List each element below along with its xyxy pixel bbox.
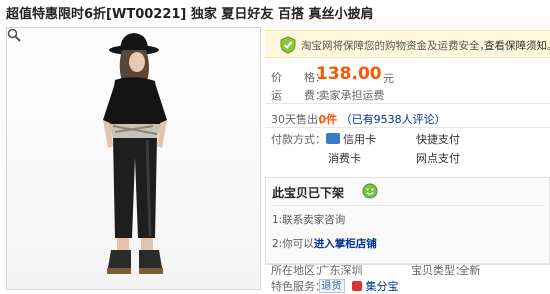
price-label-text: 价 格：: [271, 71, 326, 84]
offline-heading: 此宝贝已下架: [272, 186, 345, 200]
sales-label: 30天售出：: [271, 113, 329, 126]
shipping-row: 运 费： 卖家承担运费: [271, 87, 385, 103]
location-value: 广东深圳: [318, 264, 363, 277]
model-photo: [103, 33, 167, 274]
divider: [265, 103, 550, 104]
sales-row: 30天售出： 0件 （已有9538人评论）: [271, 111, 446, 127]
payment-consumer-card: 消费卡: [328, 152, 361, 165]
location-row: 所在地区： 广东深圳: [271, 262, 363, 278]
shield-icon: [280, 36, 296, 54]
return-service-badge[interactable]: 退货: [318, 279, 345, 293]
enter-shop-link[interactable]: 进入掌柜店铺: [314, 238, 377, 250]
credit-card-icon: [326, 133, 340, 144]
magnifier-icon[interactable]: [7, 28, 21, 42]
sales-count: 0件: [318, 113, 338, 126]
contact-seller-option[interactable]: 1:联系卖家咨询: [272, 212, 345, 227]
item-type-row: 宝贝类型： 全新: [411, 262, 481, 278]
services-label: 特色服务：: [271, 280, 326, 293]
payment-methods: 信用卡 快捷支付 消费卡 网点支付: [316, 131, 541, 171]
payment-credit-card: 信用卡: [326, 131, 376, 147]
payment-quick-pay: 快捷支付: [416, 133, 460, 146]
protection-notice-link[interactable]: 查看保障须知。: [484, 38, 550, 53]
location-label: 所在地区：: [271, 264, 326, 277]
smile-icon: [362, 183, 378, 199]
offline-divider: [272, 205, 543, 206]
product-title: 超值特惠限时6折[WT00221] 独家 夏日好友 百搭 真丝小披肩: [6, 7, 374, 22]
services-row: 特色服务： 退货 集分宝: [271, 278, 399, 294]
price-value: 138.00: [316, 64, 382, 84]
protection-text: 淘宝网将保障您的购物资金及运费安全，: [301, 40, 490, 52]
item-type-value: 全新: [458, 264, 481, 277]
enter-shop-option: 2:你可以进入掌柜店铺: [272, 238, 377, 250]
item-type-label: 宝贝类型：: [411, 264, 466, 277]
item-offline-box: 此宝贝已下架 1:联系卖家咨询 2:你可以进入掌柜店铺: [265, 177, 550, 265]
payment-label: 付款方式：: [271, 131, 326, 147]
reviews-link[interactable]: （已有9538人评论）: [341, 113, 446, 126]
shipping-label: 运 费：: [271, 89, 326, 102]
payment-label-text: 付款方式：: [271, 133, 326, 146]
product-image[interactable]: [6, 27, 261, 290]
price-label: 价 格：: [271, 69, 326, 85]
shipping-value: 卖家承担运费: [318, 89, 385, 102]
price-unit: 元: [383, 72, 394, 85]
payment-outlet-pay: 网点支付: [416, 152, 460, 165]
buyer-protection-banner: 淘宝网将保障您的购物资金及运费安全， 查看保障须知。: [265, 30, 550, 58]
jifenbao-icon: [352, 281, 362, 291]
jifenbao-service[interactable]: 集分宝: [366, 280, 399, 293]
divider: [265, 127, 550, 128]
